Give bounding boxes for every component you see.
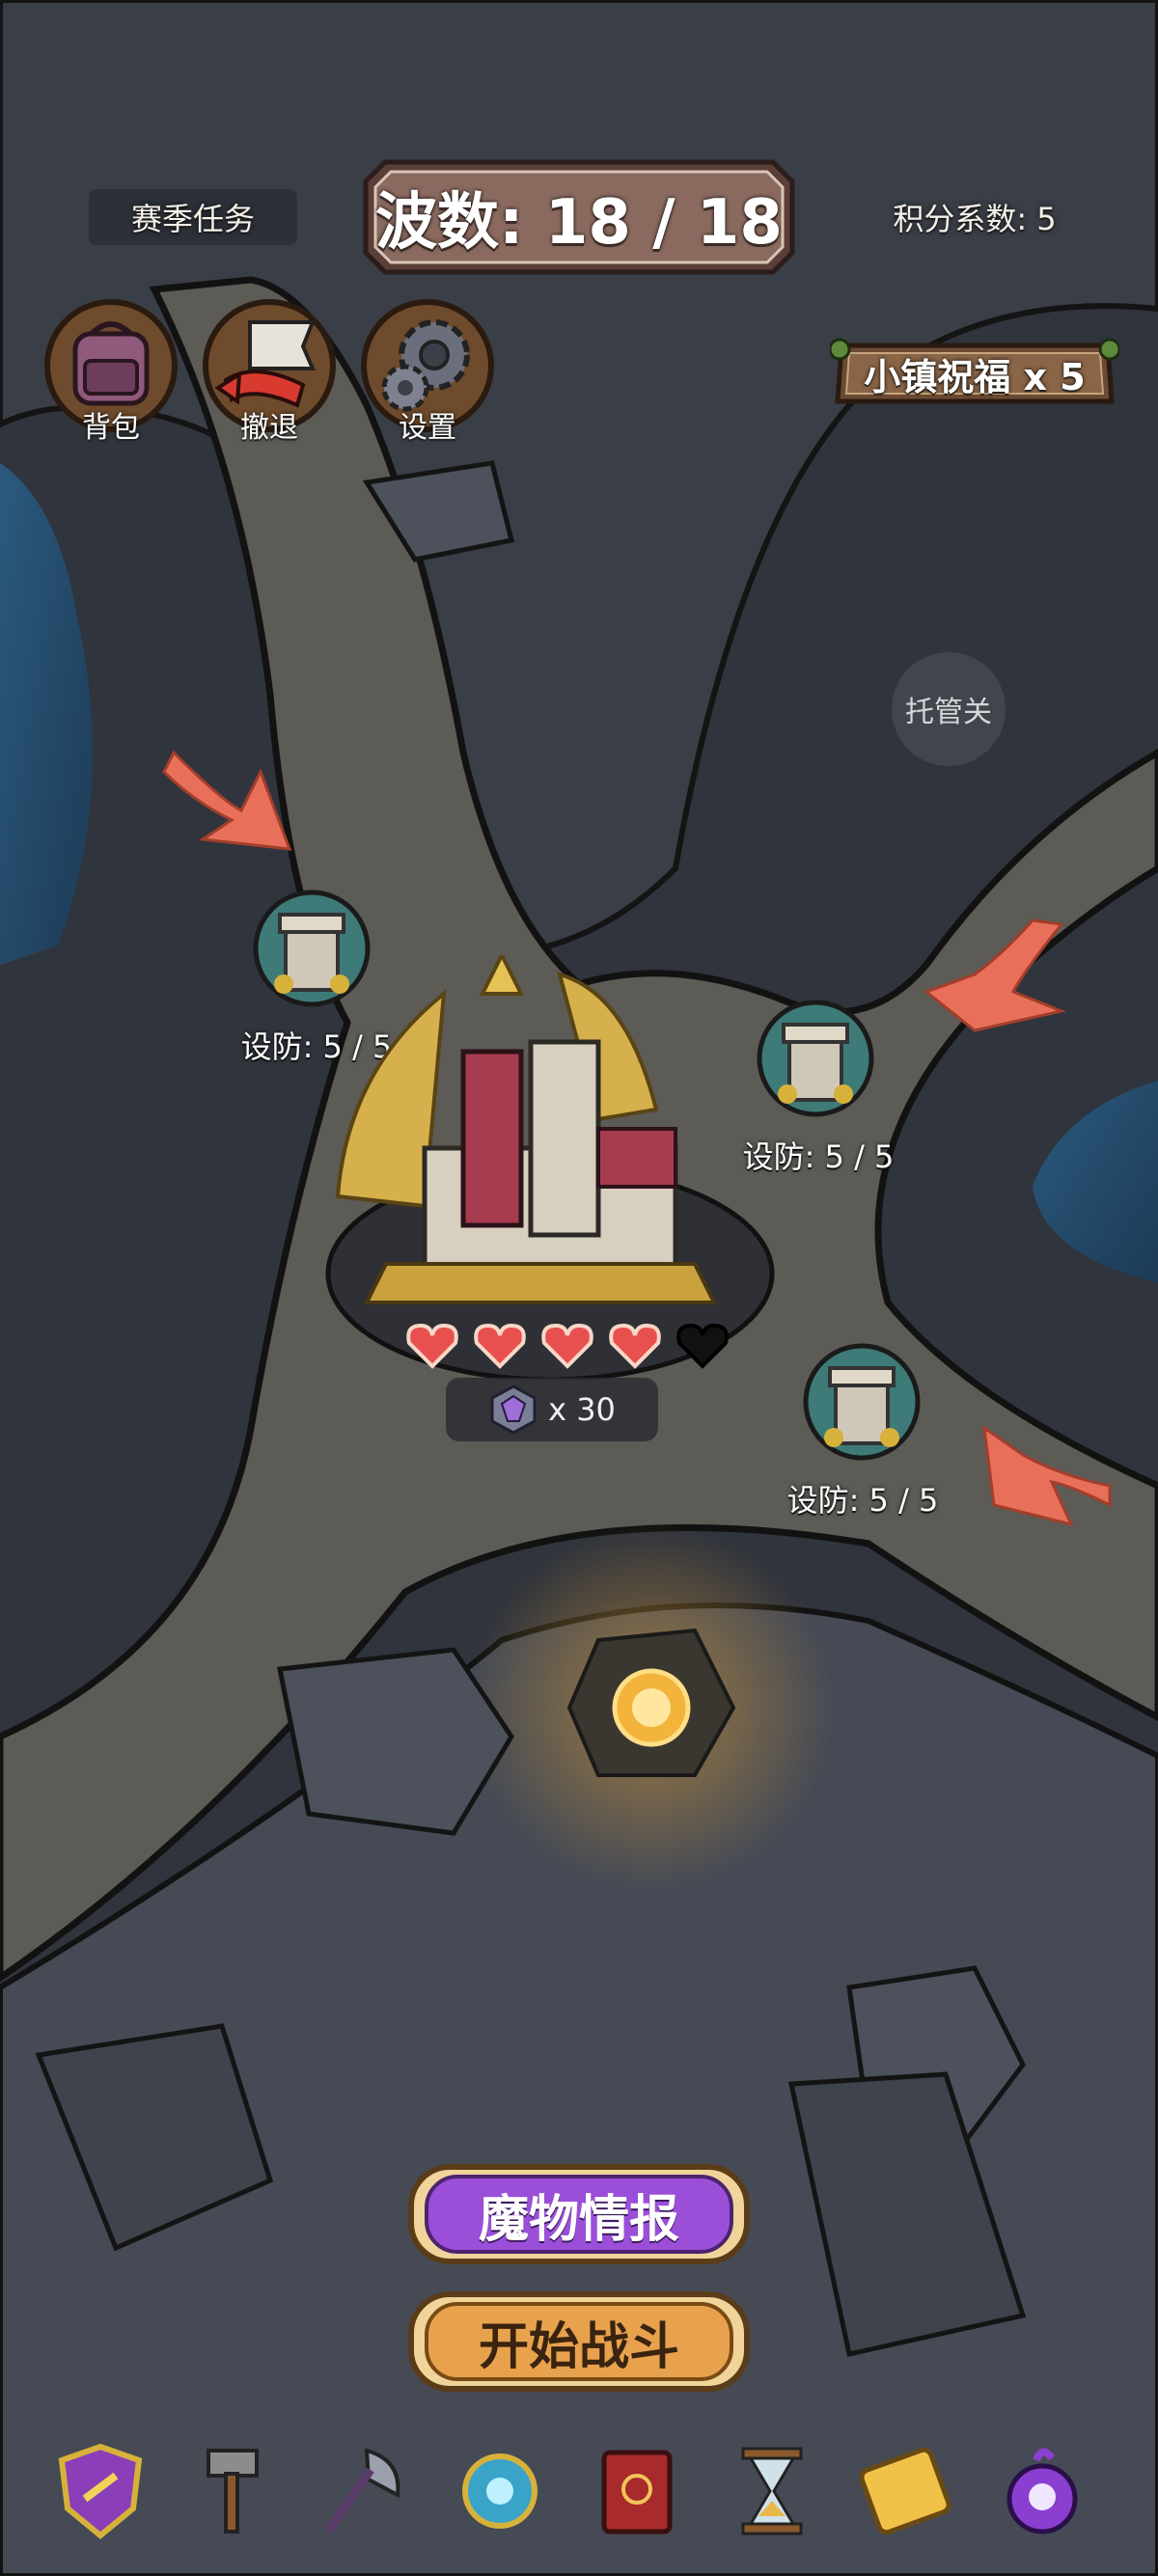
season-task-button[interactable]: 赛季任务 [89, 189, 297, 245]
gem-counter: x 30 [446, 1378, 658, 1441]
score-factor: 积分系数: 5 [893, 201, 1057, 237]
start-battle-button[interactable]: 开始战斗 [405, 2288, 753, 2395]
hourglass-icon[interactable] [722, 2441, 822, 2541]
heart-full-icon [609, 1323, 661, 1369]
tower-icon [803, 1343, 921, 1461]
skull-potion-icon[interactable] [992, 2441, 1092, 2541]
enemy-arrow-icon [923, 918, 1067, 1032]
ticket-icon[interactable] [855, 2441, 955, 2541]
castle-health [396, 1314, 743, 1376]
axe-icon[interactable] [309, 2441, 409, 2541]
shield-icon[interactable] [50, 2441, 151, 2541]
bag-label: 背包 [82, 411, 140, 445]
blessing-text: 小镇祝福 x 5 [864, 355, 1086, 398]
game-screen: 赛季任务 波数: 18 / 18 积分系数: 5 背包 撤退 设置 小镇祝福 x… [0, 0, 1158, 2576]
hammer-icon[interactable] [179, 2441, 280, 2541]
tower-defense-label: 设防: 5 / 5 [786, 1482, 939, 1519]
heart-full-icon [541, 1323, 593, 1369]
hearts-bar [406, 1323, 729, 1369]
heart-empty-icon [676, 1323, 729, 1369]
heart-full-icon [474, 1323, 526, 1369]
enemy-arrow-icon [982, 1424, 1112, 1527]
enemy-arrow-icon [162, 750, 292, 851]
monster-info-button[interactable]: 魔物情报 [405, 2161, 753, 2267]
bottom-nav [0, 2441, 1158, 2557]
tower-slot-3[interactable] [801, 1341, 923, 1463]
wave-counter: 波数: 18 / 18 [375, 187, 783, 259]
retreat-label: 撤退 [240, 411, 298, 445]
gem-badge-icon [490, 1384, 537, 1435]
book-icon[interactable] [587, 2441, 687, 2541]
auto-play-toggle[interactable]: 托管关 [892, 652, 1006, 766]
heart-full-icon [406, 1323, 458, 1369]
orb-icon[interactable] [450, 2441, 550, 2541]
gem-count: x 30 [548, 1391, 616, 1428]
settings-label: 设置 [399, 411, 456, 445]
